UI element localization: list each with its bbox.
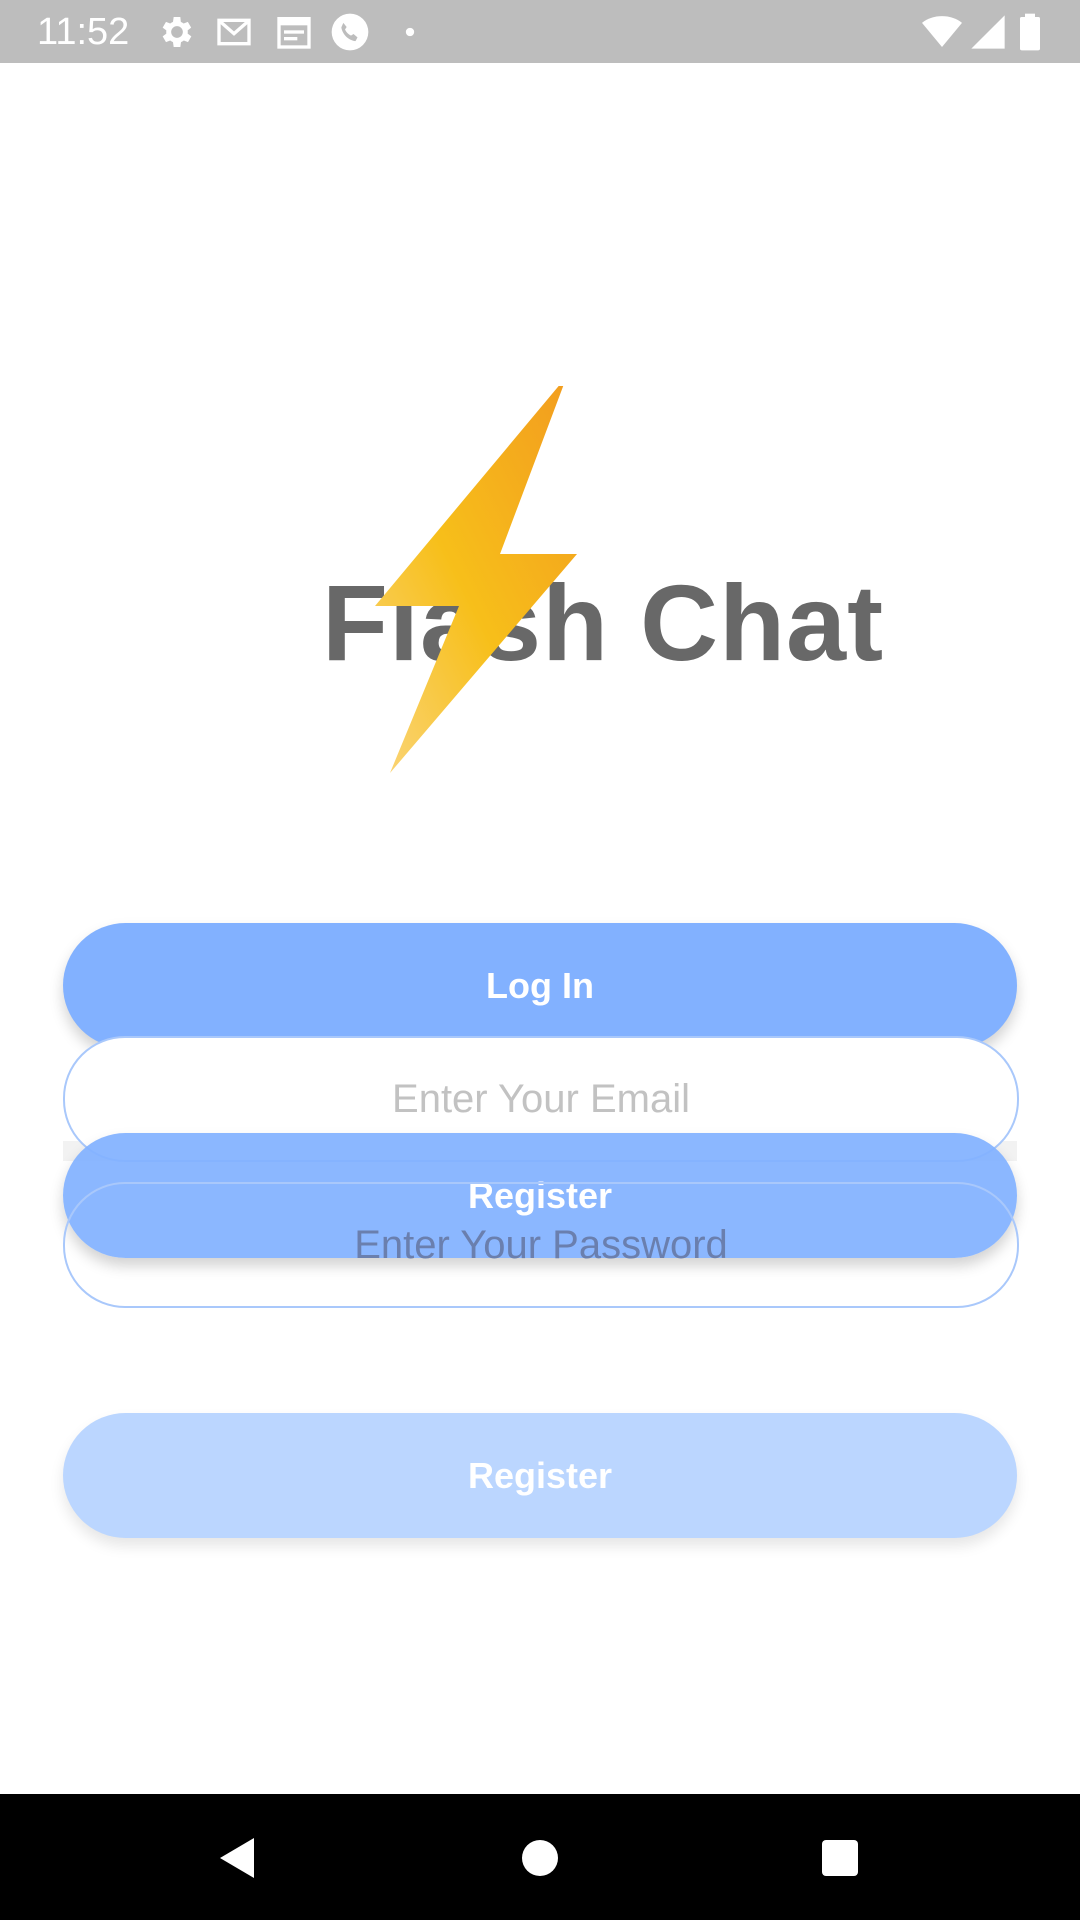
signal-icon [968,12,1008,52]
hero-logo: Flash Chat [0,380,1080,800]
lightning-bolt-icon [370,386,590,786]
status-bar: 11:52 [0,0,1080,63]
dot-icon [400,22,420,42]
wifi-icon [922,12,962,52]
register-button[interactable]: Register [63,1413,1017,1538]
back-icon[interactable] [214,1834,262,1882]
calendar-icon [274,12,314,52]
recents-icon[interactable] [816,1834,864,1882]
settings-icon [157,12,197,52]
login-button[interactable]: Log In [63,923,1017,1048]
phone-icon [330,12,370,52]
status-time: 11:52 [37,11,130,53]
home-icon[interactable] [516,1834,564,1882]
nav-bar [0,1794,1080,1920]
password-field[interactable] [63,1182,1019,1308]
battery-icon [1016,12,1044,52]
gmail-icon [214,12,254,52]
